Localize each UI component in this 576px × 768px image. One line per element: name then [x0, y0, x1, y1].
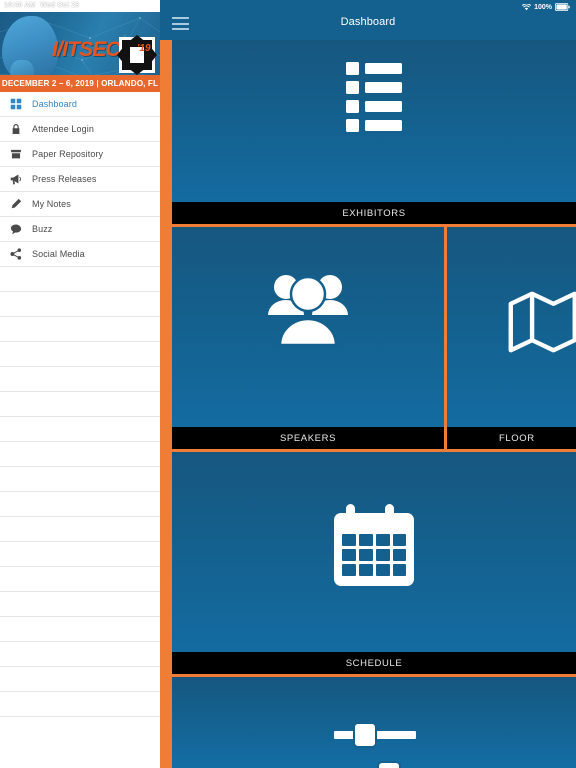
sidebar-empty-row	[0, 542, 160, 567]
tile-divider	[444, 227, 447, 449]
sidebar-item-label: Buzz	[32, 224, 53, 234]
topbar-status-indicators: 100%	[522, 1, 570, 13]
sidebar-empty-row	[0, 442, 160, 467]
sidebar-empty-row	[0, 267, 160, 292]
megaphone-icon	[0, 173, 32, 185]
app-root: 10:40 AM Wed Oct 23 I/ITSEC '19 DECEMBER…	[0, 0, 576, 768]
sidebar-empty-row	[0, 667, 160, 692]
status-bar-date: Wed Oct 23	[40, 2, 80, 9]
calendar-icon	[334, 504, 414, 586]
sidebar-empty-row	[0, 492, 160, 517]
sidebar-item-dashboard[interactable]: Dashboard	[0, 92, 160, 117]
status-bar-time: 10:40 AM	[4, 2, 36, 9]
sidebar-item-paper-repository[interactable]: Paper Repository	[0, 142, 160, 167]
tile-settings[interactable]	[172, 677, 576, 768]
pencil-icon	[0, 198, 32, 210]
event-date-location: DECEMBER 2 – 6, 2019 | ORLANDO, FL	[0, 75, 160, 92]
sidebar-item-label: Paper Repository	[32, 149, 104, 159]
tile-label-schedule: SCHEDULE	[172, 652, 576, 674]
archive-icon	[0, 148, 32, 160]
sidebar-item-label: Social Media	[32, 249, 85, 259]
sidebar-item-attendee-login[interactable]: Attendee Login	[0, 117, 160, 142]
tile-floorplan[interactable]: FLOOR	[447, 227, 576, 449]
tile-label-exhibitors: EXHIBITORS	[172, 202, 576, 224]
sidebar-empty-row	[0, 617, 160, 642]
sliders-settings-icon	[334, 722, 416, 768]
itsec-logo-year: '19	[137, 43, 151, 54]
tile-divider	[172, 224, 576, 227]
conference-banner: I/ITSEC '19 DECEMBER 2 – 6, 2019 | ORLAN…	[0, 12, 160, 92]
sidebar-empty-row	[0, 367, 160, 392]
dashboard-orange-rail	[160, 40, 172, 768]
sidebar-empty-row	[0, 342, 160, 367]
left-panel: 10:40 AM Wed Oct 23 I/ITSEC '19 DECEMBER…	[0, 0, 160, 768]
sidebar-empty-row	[0, 692, 160, 717]
sidebar-item-label: My Notes	[32, 199, 71, 209]
battery-percent-label: 100%	[534, 3, 552, 11]
tile-exhibitors[interactable]: EXHIBITORS	[172, 40, 576, 224]
folded-map-icon	[508, 291, 576, 353]
wifi-icon	[522, 3, 532, 10]
page-title: Dashboard	[340, 16, 396, 28]
itsec-arrows-logo-icon	[117, 35, 157, 75]
share-icon	[0, 248, 32, 260]
main-dashboard-pane: 100% Dashboard EXHIBITORS SPEAKERS FLOOR…	[160, 0, 576, 768]
sidebar-item-press-releases[interactable]: Press Releases	[0, 167, 160, 192]
sidebar-empty-row	[0, 642, 160, 667]
tile-label-floorplan: FLOOR	[447, 427, 576, 449]
list-icon	[346, 62, 402, 132]
sidebar-empty-row	[0, 317, 160, 342]
sidebar-empty-row	[0, 417, 160, 442]
sidebar-menu: Dashboard Attendee Login Paper Repository P…	[0, 92, 160, 717]
tile-label-speakers: SPEAKERS	[172, 427, 444, 449]
sidebar-item-buzz[interactable]: Buzz	[0, 217, 160, 242]
tile-divider	[172, 674, 576, 677]
dashboard-tile-grid: EXHIBITORS SPEAKERS FLOOR SCHEDULE	[172, 40, 576, 768]
grid-icon	[0, 98, 32, 110]
sidebar-item-social-media[interactable]: Social Media	[0, 242, 160, 267]
app-topbar: 100% Dashboard	[160, 0, 576, 40]
lock-icon	[0, 123, 32, 135]
sidebar-empty-row	[0, 592, 160, 617]
ios-status-bar: 10:40 AM Wed Oct 23	[0, 0, 160, 12]
tile-speakers[interactable]: SPEAKERS	[172, 227, 444, 449]
chat-icon	[0, 223, 32, 235]
sidebar-item-label: Press Releases	[32, 174, 97, 184]
people-group-icon	[268, 275, 348, 347]
tile-schedule[interactable]: SCHEDULE	[172, 452, 576, 674]
sidebar-empty-row	[0, 567, 160, 592]
sidebar-item-my-notes[interactable]: My Notes	[0, 192, 160, 217]
sidebar-empty-row	[0, 292, 160, 317]
sidebar-item-label: Dashboard	[32, 99, 77, 109]
sidebar-item-label: Attendee Login	[32, 124, 94, 134]
sidebar-empty-row	[0, 517, 160, 542]
sidebar-empty-row	[0, 392, 160, 417]
banner-human-head-graphic	[2, 16, 58, 90]
hamburger-bar	[172, 28, 189, 30]
battery-full-icon	[555, 3, 570, 11]
sidebar-empty-row	[0, 467, 160, 492]
itsec-logo-text: I/ITSEC	[52, 38, 121, 61]
tile-divider	[172, 449, 576, 452]
